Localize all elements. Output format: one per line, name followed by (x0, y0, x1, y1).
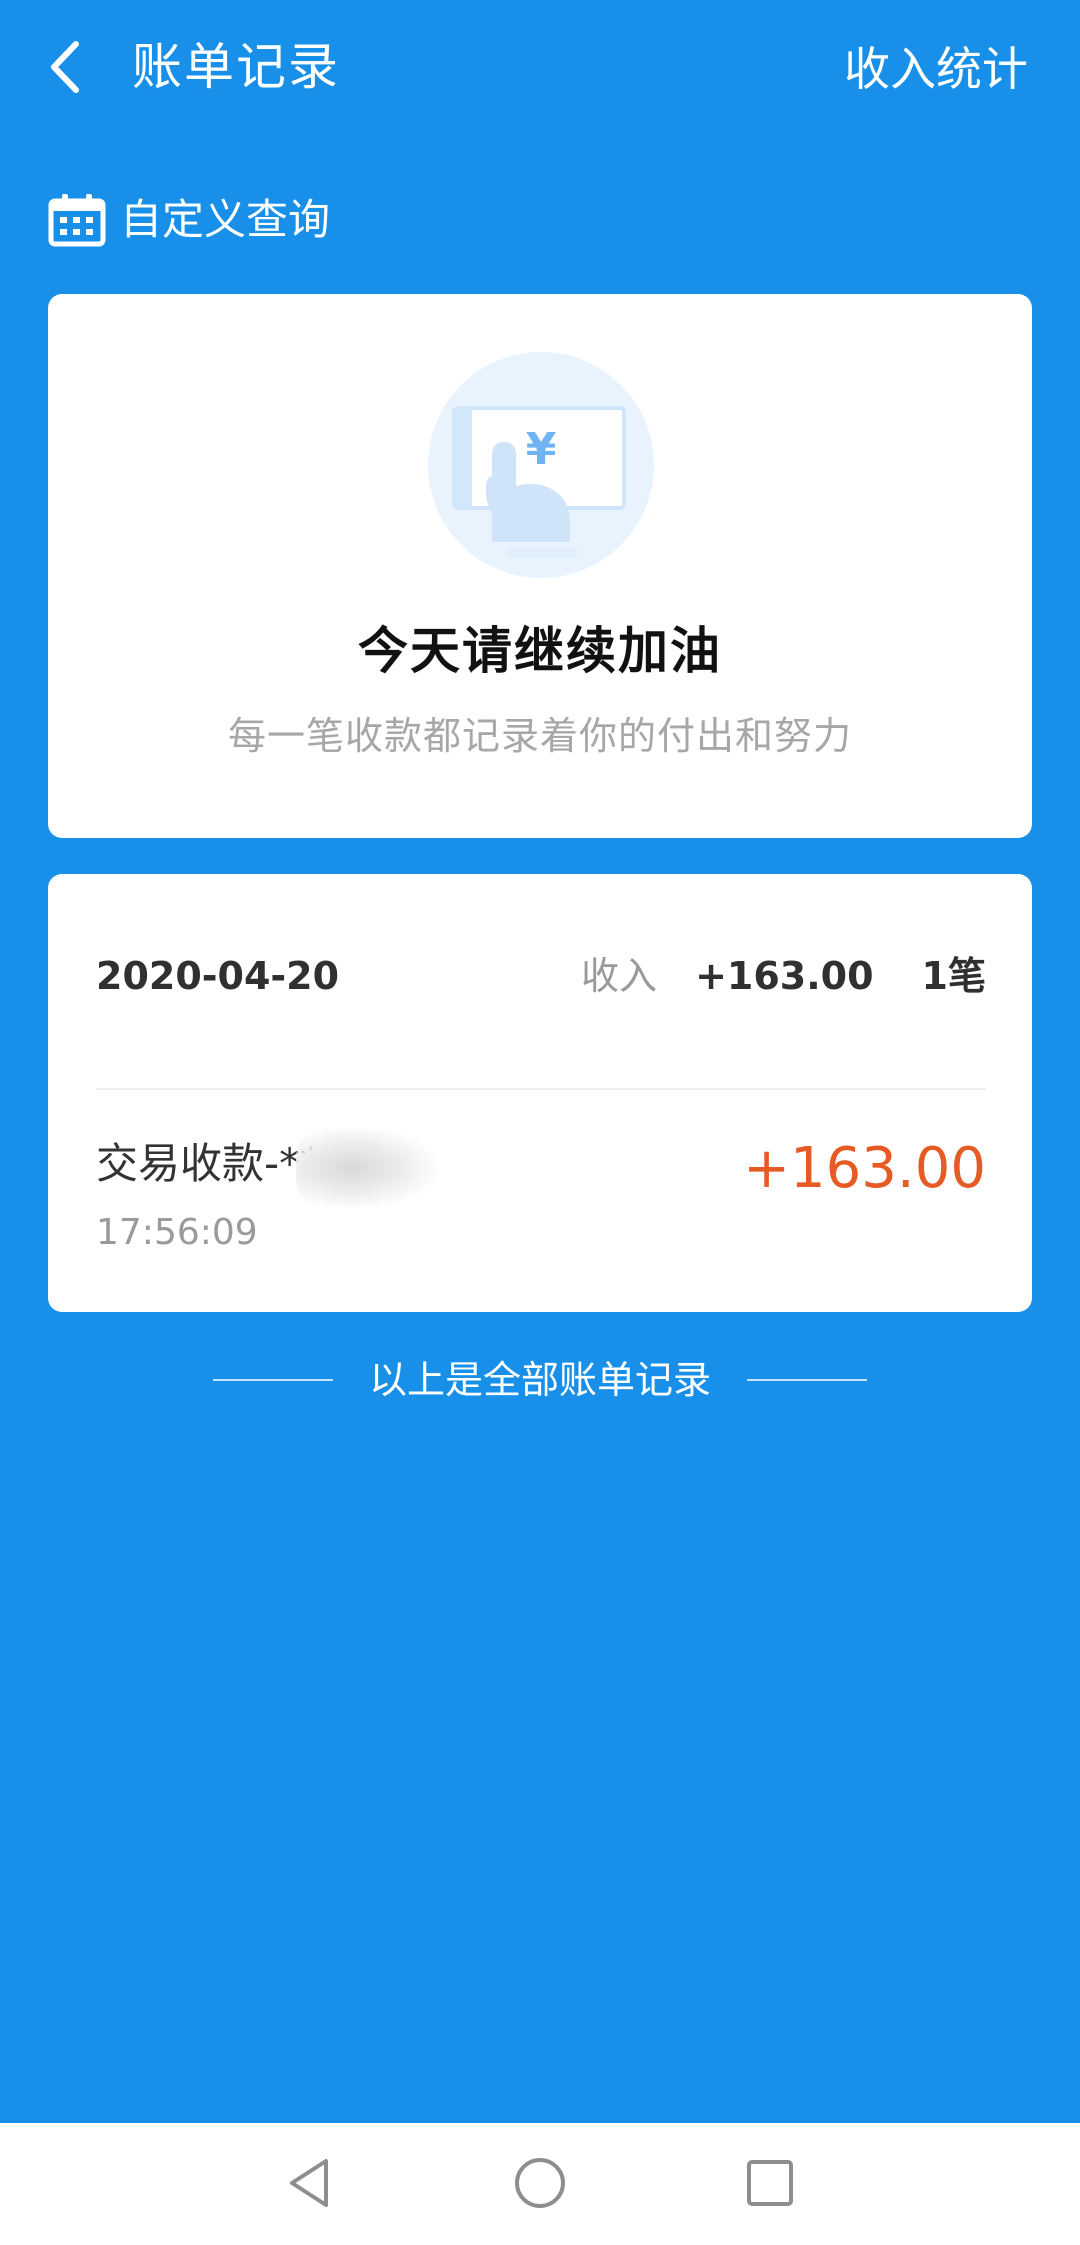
motivation-title: 今天请继续加油 (358, 622, 722, 680)
redacted-name-blur (296, 1128, 436, 1208)
divider (96, 1088, 986, 1090)
payment-terminal-icon: ¥ (428, 352, 654, 578)
summary-stats: 收入 +163.00 1笔 (581, 946, 986, 1006)
nav-recent-button[interactable] (740, 2153, 800, 2213)
nav-home-button[interactable] (510, 2153, 570, 2213)
transaction-item[interactable]: 交易收款-** 17:56:09 +163.00 (96, 1124, 986, 1274)
summary-amount: +163.00 (695, 954, 874, 998)
end-of-records-text: 以上是全部账单记录 (368, 1358, 711, 1402)
transaction-title: 交易收款-** (96, 1139, 322, 1188)
divider-right (747, 1379, 867, 1381)
summary-count: 1笔 (921, 954, 986, 998)
custom-query-label: 自定义查询 (120, 195, 331, 244)
records-card: 2020-04-20 收入 +163.00 1笔 交易收款-** 17:56:0… (48, 874, 1032, 1312)
page-title: 账单记录 (132, 38, 340, 96)
daily-summary-row: 2020-04-20 收入 +163.00 1笔 (96, 946, 986, 1006)
transaction-time: 17:56:09 (96, 1212, 258, 1253)
custom-query-button[interactable]: 自定义查询 (48, 190, 330, 250)
circle-home-icon (515, 2158, 565, 2208)
calendar-icon (48, 193, 106, 247)
motivation-card: ¥ 今天请继续加油 每一笔收款都记录着你的付出和努力 (48, 294, 1032, 838)
triangle-back-icon (290, 2159, 328, 2207)
summary-income-label: 收入 (581, 954, 658, 998)
back-button[interactable] (40, 32, 90, 102)
square-recent-icon (747, 2160, 793, 2206)
system-navigation-bar (0, 2123, 1080, 2245)
chevron-left-icon (51, 41, 79, 93)
svg-text:¥: ¥ (526, 424, 557, 475)
app-header: 账单记录 收入统计 (0, 0, 1080, 140)
income-statistics-link[interactable]: 收入统计 (844, 36, 1028, 102)
nav-back-button[interactable] (280, 2153, 340, 2213)
motivation-subtitle: 每一笔收款都记录着你的付出和努力 (227, 714, 852, 758)
transaction-amount: +163.00 (743, 1136, 986, 1201)
end-of-records-note: 以上是全部账单记录 (0, 1350, 1080, 1410)
summary-date: 2020-04-20 (96, 954, 340, 998)
divider-left (212, 1379, 333, 1381)
